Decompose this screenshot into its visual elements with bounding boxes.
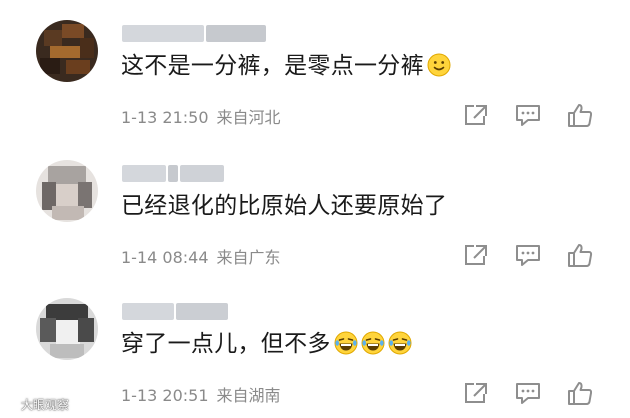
share-button[interactable] [462,380,490,406]
watermark: 大眼观察 [3,396,69,413]
reply-button[interactable] [514,380,542,406]
comment-text: 这不是一分裤，是零点一分裤 [121,51,451,81]
comment-date: 1-13 21:50 [121,108,209,127]
share-icon [465,245,487,265]
comment-location: 来自广东 [216,248,281,267]
avatar[interactable] [36,20,98,82]
like-button[interactable] [566,102,594,128]
comment-date: 1-13 20:51 [121,386,209,405]
share-icon [465,105,487,125]
comment-item: 这不是一分裤，是零点一分裤 1-13 21:50 来自河北 [0,0,630,140]
laughing-tears-face-icon [361,331,385,355]
comment-location: 来自河北 [216,108,281,127]
comment-text: 已经退化的比原始人还要原始了 [121,193,448,219]
comment-meta: 1-14 08:44 来自广东 [121,244,289,268]
comment-icon [516,245,540,266]
comment-date: 1-14 08:44 [121,248,209,267]
comment-item: 穿了一点儿，但不多 1-13 20:51 来自湖南 [0,278,630,418]
reply-button[interactable] [514,102,542,128]
share-icon [465,383,487,403]
watermark-text: 大眼观察 [20,398,69,412]
laughing-tears-face-icon [388,331,412,355]
like-button[interactable] [566,242,594,268]
like-button[interactable] [566,380,594,406]
comment-icon [516,105,540,126]
like-icon [568,104,593,127]
username-blurred[interactable] [122,303,272,320]
comment-location: 来自湖南 [216,386,281,405]
share-button[interactable] [462,242,490,268]
comment-item: 已经退化的比原始人还要原始了 1-14 08:44 来自广东 [0,140,630,280]
avatar[interactable] [36,298,98,360]
laughing-tears-face-icon [334,331,358,355]
username-blurred[interactable] [122,25,272,42]
comment-text: 穿了一点儿，但不多 [121,329,412,359]
slightly-smiling-face-icon [427,53,451,77]
avatar[interactable] [36,160,98,222]
eye-icon [3,399,17,409]
reply-button[interactable] [514,242,542,268]
like-icon [568,244,593,267]
username-blurred[interactable] [122,165,272,182]
comment-meta: 1-13 21:50 来自河北 [121,104,289,128]
comment-meta: 1-13 20:51 来自湖南 [121,382,289,406]
like-icon [568,382,593,405]
comment-icon [516,383,540,404]
share-button[interactable] [462,102,490,128]
